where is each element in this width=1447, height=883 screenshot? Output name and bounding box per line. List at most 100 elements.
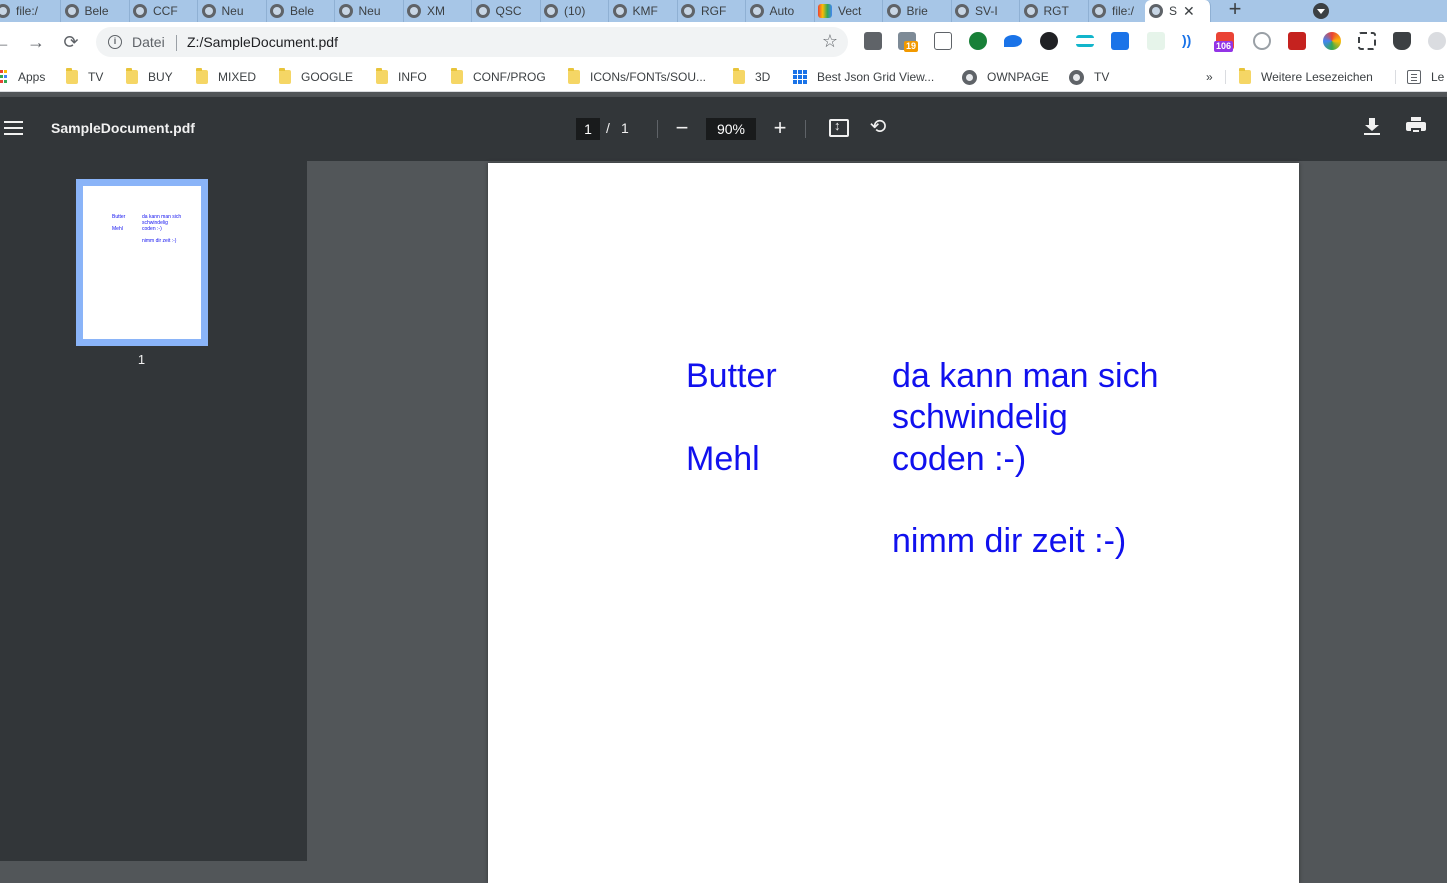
globe-icon [681, 4, 695, 18]
profile-avatar[interactable] [1428, 32, 1446, 50]
bookmark-star-icon[interactable]: ☆ [822, 31, 838, 52]
browser-tab[interactable]: CCF [129, 0, 198, 22]
browser-tab[interactable]: Vect [814, 0, 883, 22]
info-icon[interactable]: i [108, 35, 122, 49]
browser-tab[interactable]: Bele [266, 0, 335, 22]
globe-icon [1149, 4, 1163, 18]
bookmark-item[interactable]: TV [1069, 69, 1109, 85]
download-extension-icon[interactable] [1111, 32, 1129, 50]
signal-extension-icon[interactable]: )) [1182, 32, 1200, 50]
mail-badge: 106 [1214, 41, 1234, 52]
id-extension-icon[interactable] [969, 32, 987, 50]
scheme-label: Datei [132, 34, 165, 50]
globe-icon [1092, 4, 1106, 18]
settings-extension-icon[interactable] [934, 32, 952, 50]
browser-toolbar: ← → ⟳ i Datei Z:/SampleDocument.pdf ☆ 19… [0, 22, 1447, 62]
rotate-icon[interactable]: ⟲ [867, 116, 889, 138]
address-bar[interactable]: i Datei Z:/SampleDocument.pdf ☆ [96, 27, 848, 57]
zoom-out-button[interactable]: − [669, 114, 695, 142]
bookmark-item[interactable]: INFO [376, 68, 427, 85]
apps-icon [0, 70, 10, 84]
document-viewport[interactable]: Butter da kann man sich schwindelig Mehl… [307, 161, 1447, 883]
bookmark-item[interactable]: Best Json Grid View... [793, 69, 934, 85]
browser-tab[interactable]: Bele [61, 0, 130, 22]
globe-icon [886, 4, 901, 18]
browser-tab[interactable]: RGT [1020, 0, 1089, 22]
bookmark-label: INFO [398, 70, 427, 84]
page-total: 1 [621, 120, 629, 136]
filter-extension-icon[interactable] [1076, 35, 1094, 47]
bookmark-label: TV [88, 70, 104, 84]
page-separator: / [606, 120, 610, 136]
back-button[interactable]: ← [0, 30, 14, 54]
media-extension-icon[interactable] [1288, 32, 1306, 50]
globe-icon [955, 4, 969, 18]
globe-icon [749, 4, 764, 18]
other-bookmarks-folder[interactable]: Weitere Lesezeichen [1239, 68, 1373, 85]
tab-search-icon[interactable] [1313, 3, 1329, 19]
forward-button[interactable]: → [24, 30, 48, 54]
browser-tab[interactable]: file:/ [0, 0, 61, 22]
browser-tab[interactable]: KMF [609, 0, 678, 22]
url-text[interactable]: Z:/SampleDocument.pdf [187, 34, 338, 50]
browser-tab[interactable]: S ✕ [1145, 0, 1211, 22]
globe-icon [544, 4, 558, 18]
close-tab-icon[interactable]: ✕ [1183, 3, 1195, 20]
color-extension-icon[interactable] [1323, 32, 1341, 50]
browser-tab[interactable]: XM [403, 0, 472, 22]
bookmark-item[interactable]: GOOGLE [279, 68, 353, 85]
browser-tab[interactable]: Neu [335, 0, 404, 22]
tab-title: S [1169, 4, 1178, 18]
bookmarks-overflow-button[interactable]: » [1206, 69, 1213, 85]
lock-extension-icon[interactable] [1040, 32, 1058, 50]
puzzle-icon[interactable] [1393, 32, 1411, 50]
browser-tab[interactable]: RGF [677, 0, 746, 22]
zoom-in-button[interactable]: + [767, 114, 793, 142]
page-thumbnail[interactable]: Butter Mehl da kann man sich schwindelig… [76, 179, 208, 346]
search-extension-icon[interactable] [864, 32, 882, 50]
globe-icon [338, 4, 353, 18]
globe-icon [962, 69, 977, 85]
folder-icon [66, 68, 78, 84]
new-tab-button[interactable]: + [1222, 0, 1248, 22]
heart-extension-icon[interactable] [1004, 35, 1022, 47]
page-number-input[interactable]: 1 [576, 118, 600, 140]
omnibox-divider [176, 35, 177, 51]
reading-list-button[interactable]: Le [1407, 69, 1444, 85]
fit-to-page-icon[interactable] [829, 118, 849, 137]
bookmark-item[interactable]: BUY [126, 68, 173, 85]
mail-extension-icon[interactable]: 106 [1214, 32, 1234, 52]
browser-tab[interactable]: QSC [472, 0, 541, 22]
power-extension-icon[interactable] [1253, 32, 1271, 50]
browser-tab[interactable]: (10) [540, 0, 609, 22]
tab-title: KMF [632, 4, 658, 18]
zoom-level-input[interactable]: 90% [706, 118, 756, 140]
thumbnail-text: Butter [112, 214, 126, 220]
bookmark-item[interactable]: OWNPAGE [962, 69, 1049, 85]
plus-extension-icon[interactable] [1147, 32, 1165, 50]
capture-extension-icon[interactable] [1358, 32, 1376, 50]
browser-tab[interactable]: Auto [746, 0, 815, 22]
tab-title: RGT [1043, 4, 1069, 18]
tab-title: CCF [153, 4, 178, 18]
calendar-extension-icon[interactable]: 19 [898, 32, 919, 52]
print-icon[interactable] [1406, 117, 1426, 135]
bookmark-label: Best Json Grid View... [817, 70, 935, 84]
bookmark-item[interactable]: ICONs/FONTs/SOU... [568, 68, 706, 85]
document-text-line: da kann man sich [892, 357, 1159, 395]
tab-title: XM [427, 4, 445, 18]
bookmark-item[interactable]: MIXED [196, 68, 256, 85]
bookmark-item[interactable]: Apps [0, 69, 45, 85]
bookmark-item[interactable]: CONF/PROG [451, 68, 546, 85]
thumbnail-sidebar: Butter Mehl da kann man sich schwindelig… [0, 161, 307, 861]
bookmarks-bar: TV OWNPAGE Best Json Grid View... 3D ICONs/F… [0, 62, 1447, 92]
globe-icon [133, 4, 147, 18]
browser-tab[interactable]: SV-I [951, 0, 1020, 22]
bookmark-item[interactable]: 3D [733, 68, 770, 85]
reload-button[interactable]: ⟳ [59, 30, 83, 54]
bookmark-item[interactable]: TV [66, 68, 104, 85]
browser-tab[interactable]: Brie [883, 0, 952, 22]
menu-icon[interactable] [4, 121, 23, 135]
browser-tab[interactable]: Neu [198, 0, 267, 22]
globe-icon [201, 4, 216, 18]
